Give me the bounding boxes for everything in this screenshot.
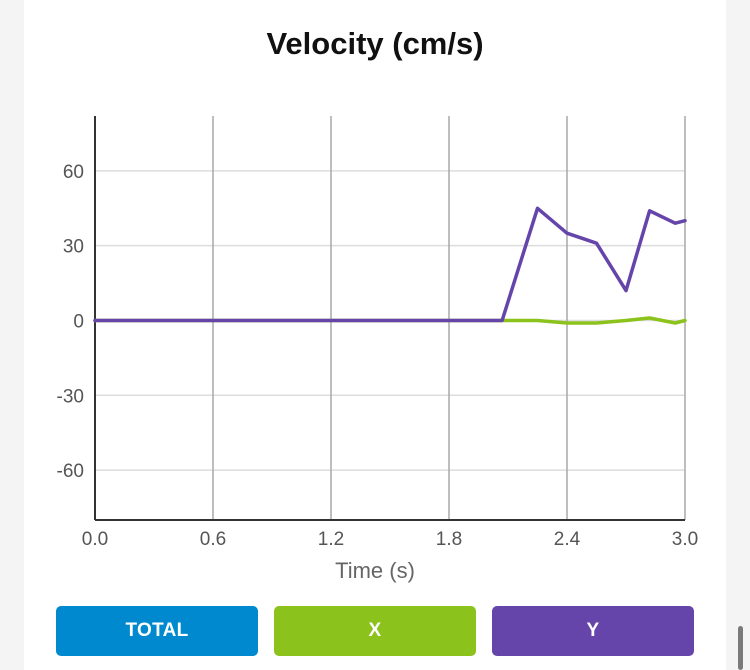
x-tick-label: 2.4 xyxy=(554,529,581,550)
series-line-1 xyxy=(93,206,687,323)
scrollbar[interactable] xyxy=(738,626,743,670)
y-tick-label: 0 xyxy=(73,311,84,332)
x-tick-label: 0.0 xyxy=(82,529,108,550)
velocity-chart: 60 30 0 -30 -60 0.0 0.6 1.2 1.8 2.4 3.0 Time (s) xyxy=(57,116,698,583)
y-tick-label: -60 xyxy=(57,461,84,482)
y-tick-label: 30 xyxy=(63,237,84,258)
x-button[interactable]: X xyxy=(274,606,476,656)
x-tick-label: 3.0 xyxy=(672,529,698,550)
x-tick-label: 1.2 xyxy=(318,529,344,550)
y-button[interactable]: Y xyxy=(492,606,694,656)
total-button[interactable]: TOTAL xyxy=(56,606,258,656)
x-tick-label: 1.8 xyxy=(436,529,462,550)
y-tick-label: -30 xyxy=(57,386,84,407)
x-tick-label: 0.6 xyxy=(200,529,226,550)
x-axis-title: Time (s) xyxy=(335,558,415,583)
y-tick-label: 60 xyxy=(63,162,84,183)
